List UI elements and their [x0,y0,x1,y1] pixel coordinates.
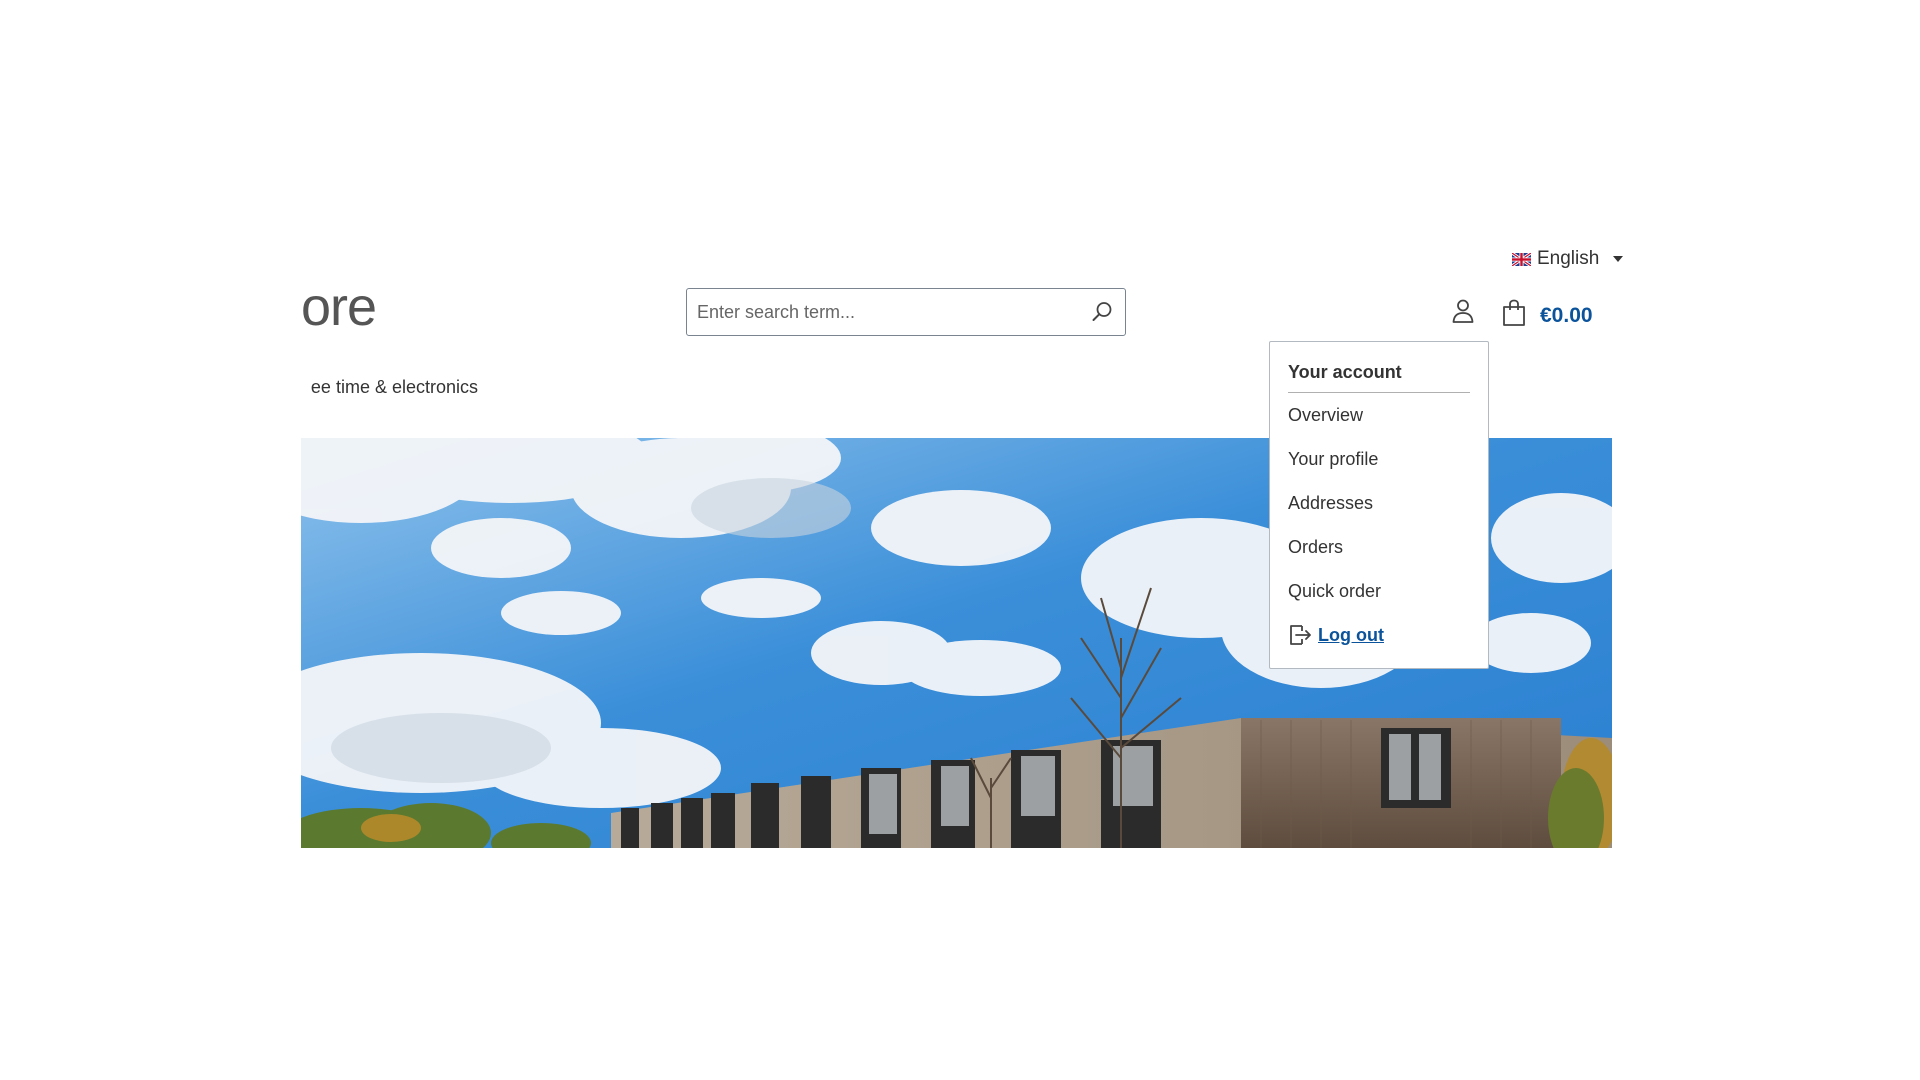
account-dropdown: Your account Overview Your profile Addre… [1269,341,1489,669]
logout-link[interactable]: Log out [1318,625,1384,646]
shopping-bag-icon [1503,299,1525,326]
account-menu-quick-order[interactable]: Quick order [1288,569,1470,613]
account-button[interactable] [1448,296,1478,326]
cart-button[interactable]: €0.00 [1502,296,1593,330]
chevron-down-icon [1613,256,1624,262]
account-menu-overview[interactable]: Overview [1288,393,1470,437]
cart-total: €0.00 [1540,304,1593,327]
store-logo[interactable]: ore [300,280,378,338]
uk-flag-icon [1512,252,1531,266]
search-button[interactable] [1079,289,1125,335]
account-menu-orders[interactable]: Orders [1288,525,1470,569]
user-icon [1452,299,1474,323]
nav-category-label: ee time & electronics [310,377,478,397]
language-label: English [1537,248,1600,269]
logout-icon [1290,625,1311,645]
search-icon [1092,302,1112,321]
account-menu-profile[interactable]: Your profile [1288,437,1470,481]
account-menu-title: Your account [1288,362,1402,382]
language-switcher[interactable]: English [1512,247,1624,271]
search-box [686,288,1126,336]
search-input[interactable] [687,289,1079,335]
nav-category-link[interactable]: ee time & electronics [300,374,480,400]
logout-row[interactable]: Log out [1288,613,1470,657]
logo-text: ore [300,280,377,337]
account-menu-addresses[interactable]: Addresses [1288,481,1470,525]
